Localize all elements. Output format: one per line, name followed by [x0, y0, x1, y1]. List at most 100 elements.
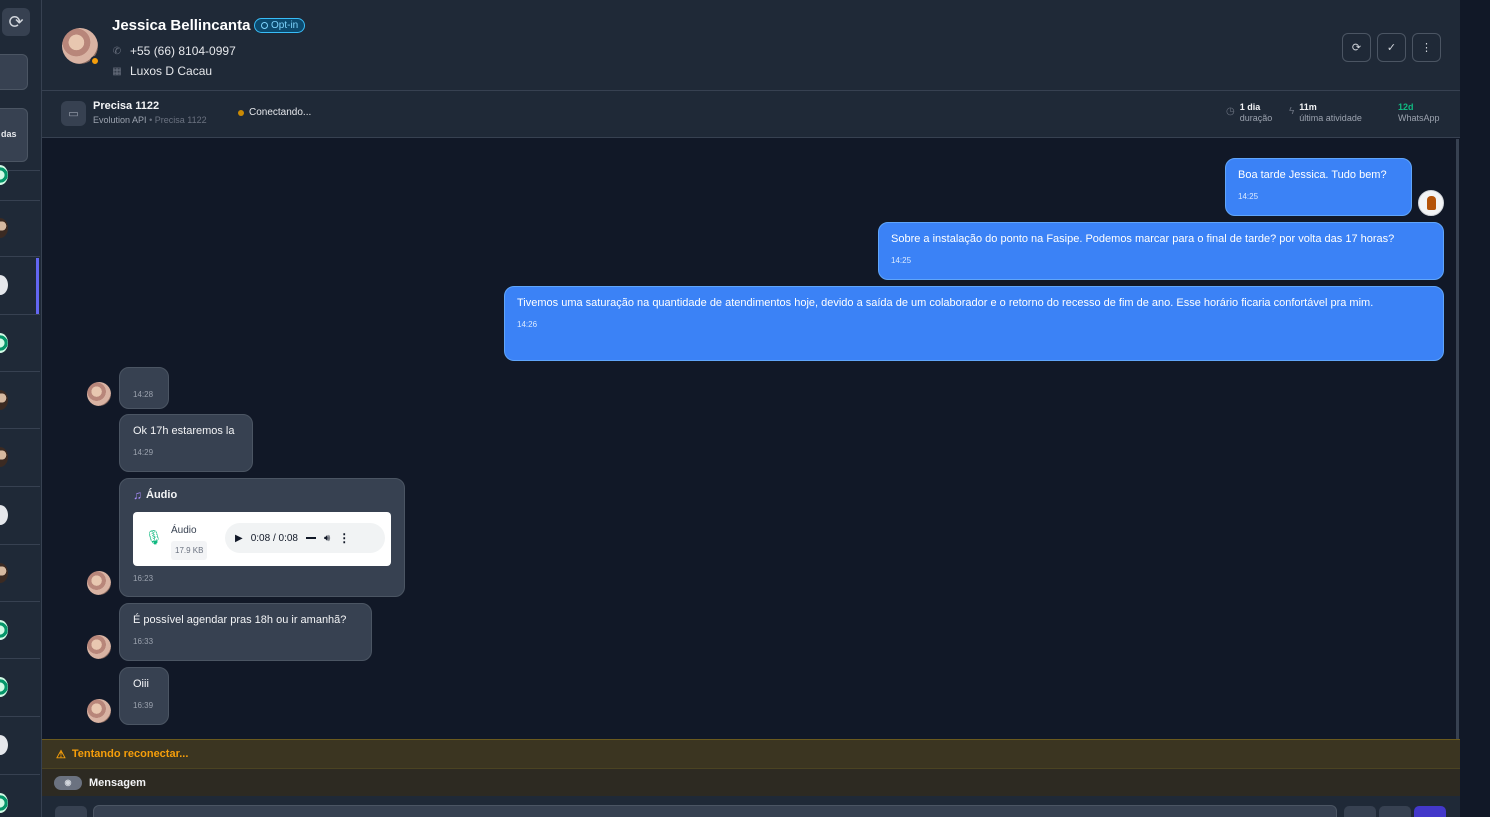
contact-phone: ✆ +55 (66) 8104-0997: [112, 44, 236, 58]
outgoing-message[interactable]: Tivemos uma saturação na quantidade de a…: [504, 286, 1444, 361]
connection-status-text: Conectando...: [249, 107, 312, 118]
message-time: 16:23: [133, 574, 154, 583]
outgoing-message[interactable]: Boa tarde Jessica. Tudo bem? 14:25: [1225, 158, 1412, 216]
contact-avatar: [87, 635, 111, 659]
stat-value: 11m: [1299, 102, 1317, 112]
audio-time: 0:08 / 0:08: [250, 532, 298, 544]
message-time: 14:25: [1238, 192, 1259, 201]
emoji-button[interactable]: [1344, 806, 1376, 817]
audio-title-text: Áudio: [146, 489, 178, 501]
check-circle-icon: [261, 22, 268, 29]
check-icon: ✓: [1386, 42, 1397, 54]
message-list[interactable]: Boa tarde Jessica. Tudo bem? 14:25 Sobre…: [42, 139, 1460, 739]
volume-icon[interactable]: 🔊︎: [324, 530, 330, 547]
divider: [0, 486, 40, 487]
incoming-message[interactable]: 14:28: [119, 367, 169, 409]
message-time: 14:28: [133, 390, 154, 399]
session-subtitle: Evolution API • Precisa 1122: [93, 115, 207, 125]
contact-name: Jessica Bellincanta: [112, 17, 251, 34]
divider: [0, 658, 40, 659]
conversation-avatar[interactable]: [0, 447, 8, 467]
warning-icon: ⚠: [56, 748, 66, 761]
refresh-icon: ⟳: [1351, 42, 1362, 54]
divider: [0, 774, 40, 775]
conversation-avatar[interactable]: [0, 677, 8, 697]
audio-player[interactable]: ▶ 0:08 / 0:08 🔊︎ ⋮: [225, 523, 385, 553]
mode-toggle[interactable]: ◉: [54, 775, 82, 790]
session-name: Precisa 1122: [93, 100, 160, 112]
send-button[interactable]: [1414, 806, 1446, 817]
active-conversation-indicator: [36, 258, 39, 314]
mode-label: Mensagem: [89, 776, 146, 789]
microphone-icon: 🎙︎: [145, 529, 163, 545]
conversation-avatar[interactable]: [0, 563, 8, 583]
incoming-message[interactable]: Oiii 16:39: [119, 667, 169, 725]
contact-avatar: [87, 699, 111, 723]
message-text: É possível agendar pras 18h ou ir amanhã…: [133, 614, 347, 626]
message-input[interactable]: [93, 805, 1337, 817]
optin-badge-label: Opt-in: [271, 20, 299, 31]
more-vertical-icon: ⋮: [1421, 42, 1432, 54]
conversation-avatar[interactable]: [0, 793, 8, 813]
divider: [0, 314, 40, 315]
divider: [0, 256, 40, 257]
stat-label: WhatsApp: [1398, 113, 1440, 123]
message-mode-bar: ◉ Mensagem: [42, 768, 1460, 796]
agent-avatar: [1418, 190, 1444, 216]
stat-value: 12d: [1398, 102, 1414, 112]
progress-bar[interactable]: [305, 537, 316, 539]
conversation-avatar[interactable]: [0, 333, 8, 353]
more-options-button[interactable]: ⋮: [1412, 33, 1441, 62]
separator: •: [149, 115, 153, 125]
message-text: Oiii: [133, 678, 149, 690]
divider: [0, 371, 40, 372]
connection-status: Conectando...: [238, 107, 311, 118]
filter-tab-label: das: [1, 129, 17, 139]
audio-message[interactable]: ♫ Áudio 🎙︎ Áudio 17.9 KB ▶ 0:08 / 0:08 🔊…: [119, 478, 405, 597]
conversation-avatar[interactable]: [0, 218, 8, 238]
incoming-message[interactable]: Ok 17h estaremos la 14:29: [119, 414, 253, 472]
incoming-message[interactable]: É possível agendar pras 18h ou ir amanhã…: [119, 603, 372, 661]
contact-avatar: [87, 571, 111, 595]
scrollbar[interactable]: [1456, 139, 1459, 739]
attach-button[interactable]: [55, 806, 87, 817]
outgoing-message[interactable]: Sobre a instalação do ponto na Fasipe. P…: [878, 222, 1444, 280]
chat-header: Jessica Bellincanta Opt-in ✆ +55 (66) 81…: [42, 0, 1460, 90]
play-icon[interactable]: ▶: [235, 530, 243, 547]
window-edge: [1460, 0, 1490, 817]
message-time: 14:26: [517, 320, 538, 329]
sync-button[interactable]: ⟳: [1342, 33, 1371, 62]
contact-company-text: Luxos D Cacau: [130, 64, 213, 78]
conversation-avatar[interactable]: [0, 505, 8, 525]
conversation-avatar[interactable]: [0, 620, 8, 640]
building-icon: ▦: [112, 65, 122, 77]
filter-button[interactable]: [0, 54, 28, 90]
divider: [0, 428, 40, 429]
message-time: 16:33: [133, 637, 154, 646]
audio-size: 17.9 KB: [171, 541, 208, 560]
template-button[interactable]: [1379, 806, 1411, 817]
message-text: Tivemos uma saturação na quantidade de a…: [517, 297, 1374, 309]
refresh-icon[interactable]: ⟳: [2, 8, 30, 36]
stat-duration: ◷ 1 dia duração: [1226, 102, 1272, 123]
conversation-avatar[interactable]: [0, 165, 8, 185]
message-time: 14:25: [891, 256, 912, 265]
conversation-list-strip: ⟳ das: [0, 0, 42, 817]
divider: [0, 601, 40, 602]
music-note-icon: ♫: [133, 488, 142, 502]
conversation-avatar[interactable]: [0, 735, 8, 755]
filter-tab[interactable]: das: [0, 108, 28, 162]
divider: [0, 200, 40, 201]
resolve-button[interactable]: ✓: [1377, 33, 1406, 62]
conversation-avatar[interactable]: [0, 275, 8, 295]
conversation-avatar[interactable]: [0, 390, 8, 410]
more-vertical-icon[interactable]: ⋮: [338, 530, 350, 547]
app-root: ⟳ das Jessica Bellincanta Opt-in ✆ +55 (…: [0, 0, 1490, 817]
clock-icon: ◷: [1226, 106, 1235, 117]
message-time: 14:29: [133, 448, 154, 457]
message-text: Sobre a instalação do ponto na Fasipe. P…: [891, 233, 1395, 245]
eye-icon: ◉: [64, 778, 72, 787]
contact-avatar: [87, 382, 111, 406]
session-bar: ▭ Precisa 1122 Evolution API • Precisa 1…: [42, 90, 1460, 138]
stat-label: duração: [1239, 113, 1273, 123]
